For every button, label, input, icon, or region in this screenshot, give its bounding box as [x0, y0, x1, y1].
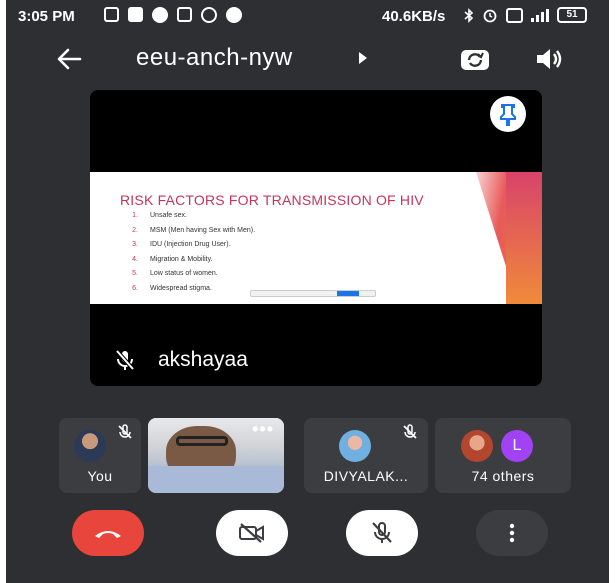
mic-toggle-button[interactable]	[346, 510, 418, 556]
chat-icon	[177, 7, 192, 22]
whatsapp-icon	[201, 7, 217, 23]
vpn-icon	[226, 7, 242, 23]
battery-icon: 51	[557, 7, 587, 23]
presenter-row: akshayaa	[114, 348, 248, 372]
meeting-code[interactable]: eeu-anch-nyw	[136, 44, 293, 72]
meet-screen: 3:05 PM 40.6KB/s 51 eeu-anch-nyw RISK FA…	[6, 0, 609, 583]
alarm-icon	[483, 9, 497, 23]
slide-item: 6. Widespread stigma.	[132, 284, 212, 292]
volte-icon	[506, 7, 523, 23]
participant-count: 74 others	[471, 468, 535, 484]
mic-off-icon	[403, 424, 417, 439]
end-call-icon	[95, 531, 121, 538]
bluetooth-icon	[464, 7, 474, 23]
back-arrow-icon[interactable]	[52, 42, 86, 76]
camera-off-icon	[239, 523, 264, 543]
end-call-button[interactable]	[72, 510, 144, 556]
avatar	[461, 430, 493, 462]
shared-slide: RISK FACTORS FOR TRANSMISSION OF HIV 1. U…	[90, 172, 542, 304]
presenter-name: akshayaa	[158, 348, 248, 371]
slide-list: 1. Unsafe sex. 2. MSM (Men having Sex with…	[130, 212, 255, 299]
slide-item: 1. Unsafe sex.	[132, 212, 187, 219]
avatar	[74, 430, 106, 462]
caret-right-icon[interactable]	[358, 51, 368, 65]
participant-shirt	[148, 466, 284, 493]
status-bar: 3:05 PM 40.6KB/s 51	[6, 0, 609, 34]
participant-tile-you[interactable]: You	[59, 418, 141, 493]
participant-name: You	[87, 468, 113, 484]
participant-tile-divya[interactable]: DIVYALAK...	[304, 418, 428, 493]
video-options-icon[interactable]: •••	[252, 420, 274, 438]
message-icon	[104, 7, 119, 22]
screen-share-bar	[250, 290, 376, 297]
more-options-button[interactable]	[476, 510, 548, 556]
network-speed: 40.6KB/s	[382, 8, 446, 25]
mic-off-icon	[115, 349, 135, 371]
switch-camera-icon[interactable]	[458, 42, 492, 76]
participant-glasses	[176, 436, 228, 446]
participant-tile-video[interactable]: •••	[148, 418, 284, 493]
speaker-icon[interactable]	[532, 42, 566, 76]
slide-item: 5. Low status of women.	[132, 270, 218, 277]
jio-icon	[152, 7, 168, 23]
slide-item: 4. Migration & Mobility.	[132, 255, 213, 263]
call-header: eeu-anch-nyw	[6, 34, 609, 84]
participant-name: DIVYALAK...	[323, 468, 409, 484]
status-time: 3:05 PM	[18, 8, 75, 25]
slide-item: 2. MSM (Men having Sex with Men).	[132, 226, 256, 234]
pin-button[interactable]	[490, 96, 526, 132]
gallery-icon	[128, 7, 143, 22]
participant-tile-others[interactable]: L 74 others	[435, 418, 571, 493]
stop-sharing-button[interactable]	[337, 291, 359, 296]
mic-off-icon	[372, 522, 392, 543]
more-vert-icon	[509, 523, 515, 543]
notification-icons	[104, 7, 242, 23]
slide-item: 3. IDU (Injection Drug User).	[132, 241, 231, 248]
avatar	[339, 430, 371, 462]
avatar-letter: L	[501, 430, 533, 462]
signal-icon	[531, 8, 549, 22]
presentation-tile[interactable]: RISK FACTORS FOR TRANSMISSION OF HIV 1. U…	[90, 90, 542, 386]
pin-icon	[500, 104, 516, 126]
slide-title: RISK FACTORS FOR TRANSMISSION OF HIV	[120, 192, 424, 208]
system-icons: 51	[464, 7, 587, 23]
camera-toggle-button[interactable]	[216, 510, 288, 556]
mic-off-icon	[118, 424, 132, 439]
slide-decoration-edge	[506, 172, 542, 304]
